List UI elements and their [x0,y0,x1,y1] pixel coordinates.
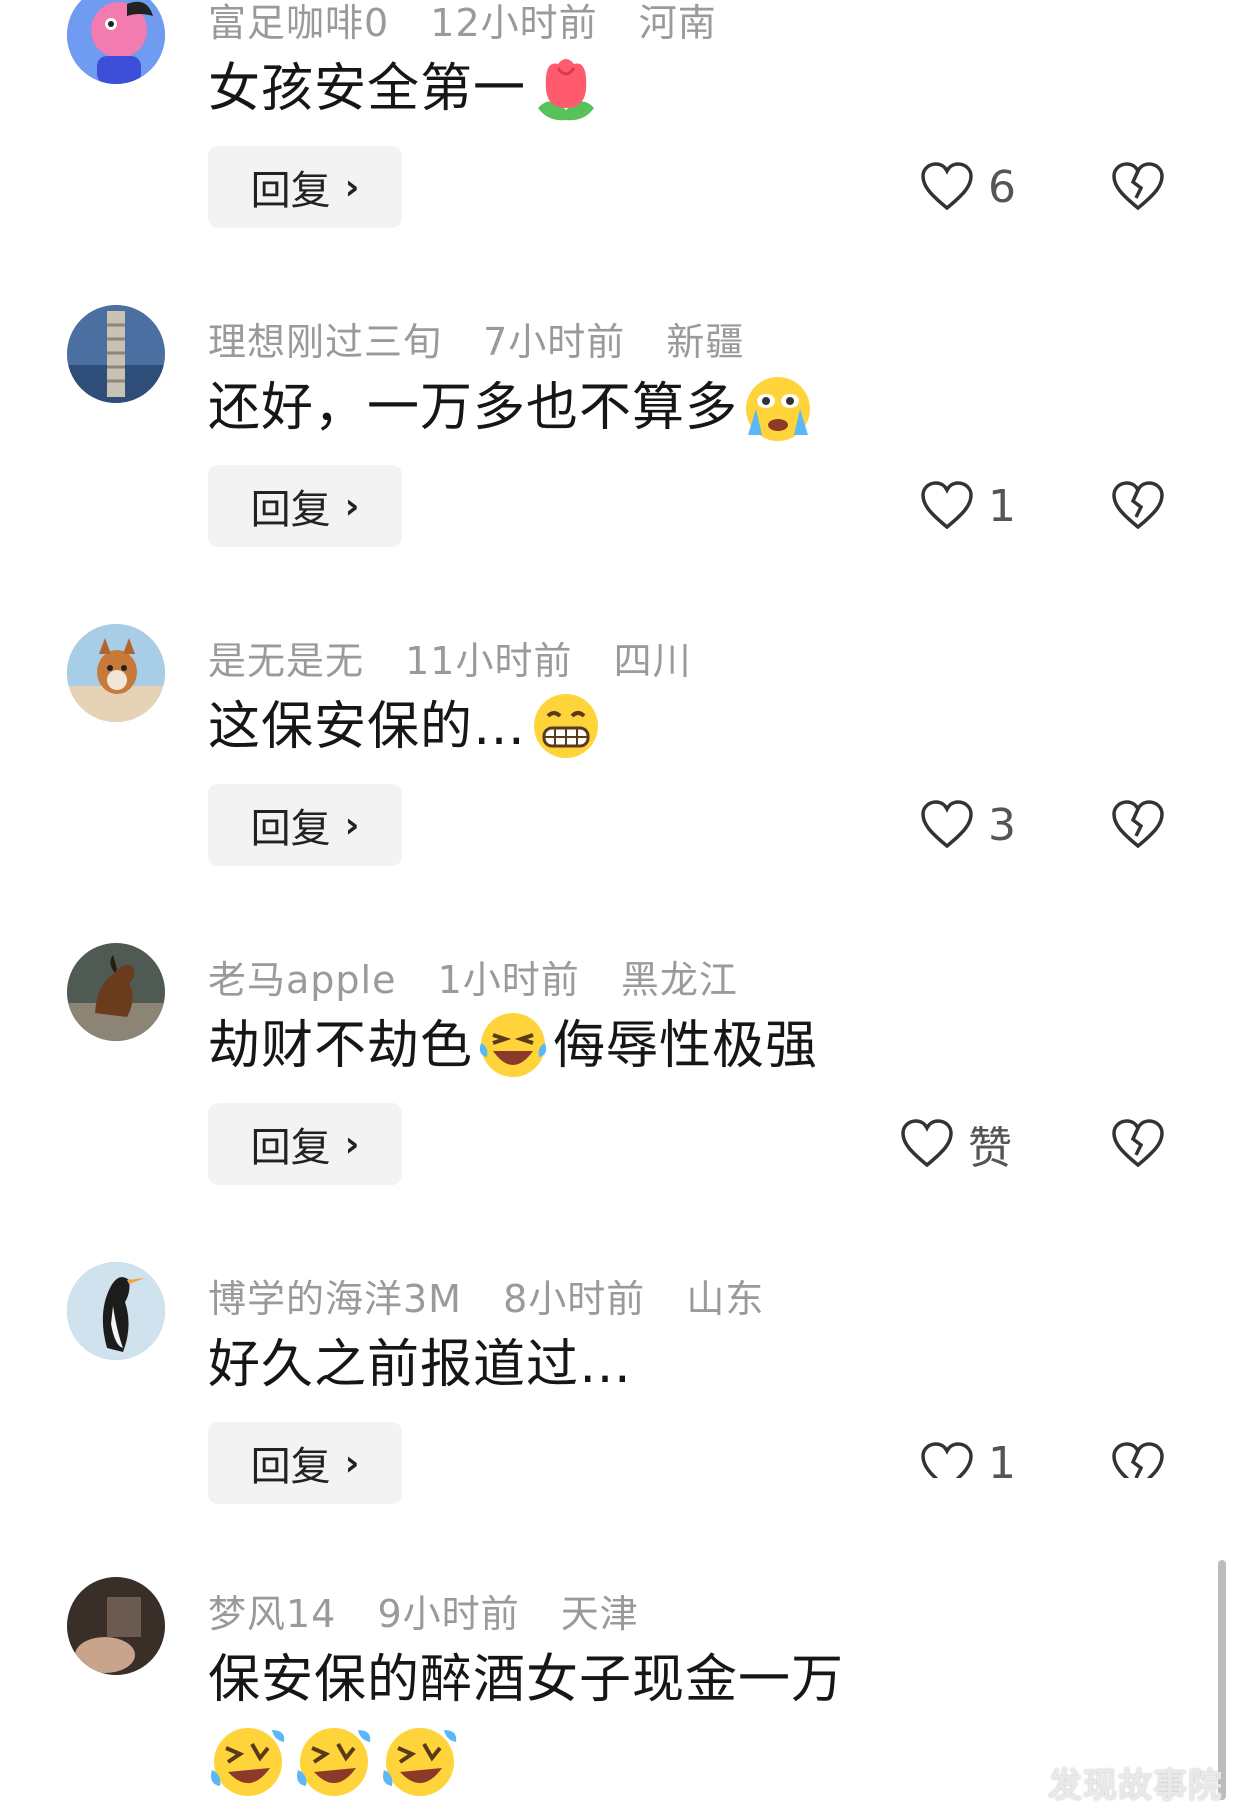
location: 四川 [613,639,692,683]
location: 黑龙江 [620,958,738,1002]
timestamp: 12小时前 [430,1,598,45]
location: 天津 [560,1592,639,1636]
tulip-emoji [538,59,595,121]
like-count: 3 [988,799,1016,851]
location: 山东 [686,1277,765,1321]
chevron-right-icon: › [344,485,360,527]
like-count: 1 [988,480,1016,532]
like-count: 6 [988,161,1016,213]
grinning-teeth-emoji [534,694,599,758]
comment-item: 理想刚过三旬 7小时前 新疆 还好，一万多也不算多 回复 › 1 [0,305,1240,605]
username[interactable]: 理想刚过三旬 [208,320,442,364]
comment-item: 是无是无 11小时前 四川 这保安保的… 回复 › 3 [0,624,1240,924]
broken-heart-icon [1112,800,1164,849]
dislike-button[interactable] [1108,786,1168,864]
username[interactable]: 博学的海洋3M [208,1277,462,1321]
comment-text: 这保安保的… [208,694,604,764]
like-button[interactable]: 1 [920,1442,1016,1478]
username[interactable]: 梦风14 [208,1592,336,1636]
comment-text-continued [208,1722,466,1802]
avatar[interactable] [67,1577,165,1675]
reply-button[interactable]: 回复 › [208,1103,402,1185]
comment-text: 女孩安全第一 [208,58,604,126]
heart-outline-icon [921,800,973,849]
crying-face-emoji [746,377,811,441]
timestamp: 9小时前 [377,1592,520,1636]
heart-outline-icon [921,1442,973,1478]
comment-item: 博学的海洋3M 8小时前 山东 好久之前报道过… 回复 › 1 [0,1262,1240,1562]
laughing-tears-emoji [479,1013,547,1077]
chevron-right-icon: › [344,1123,360,1165]
comment-text: 保安保的醉酒女子现金一万 [208,1650,845,1710]
comment-meta: 是无是无 11小时前 四川 [208,630,720,685]
broken-heart-icon [1112,162,1164,211]
comment-text: 好久之前报道过… [208,1335,633,1395]
avatar[interactable] [67,1262,165,1360]
reply-button[interactable]: 回复 › [208,784,402,866]
username[interactable]: 老马apple [208,958,396,1002]
like-button[interactable]: 赞 [900,1105,1012,1183]
comment-item: 富足咖啡0 12小时前 河南 女孩安全第一 回复 › 6 [0,0,1240,286]
heart-outline-icon [921,481,973,530]
rolling-laugh-emoji [297,1728,371,1796]
comment-item: 老马apple 1小时前 黑龙江 劫财不劫色 侮辱性极强 回复 › 赞 [0,943,1240,1243]
reply-button[interactable]: 回复 › [208,146,402,228]
chevron-right-icon: › [344,166,360,208]
like-button[interactable]: 3 [920,786,1016,864]
username[interactable]: 富足咖啡0 [208,1,389,45]
avatar[interactable] [67,943,165,1041]
timestamp: 11小时前 [405,639,573,683]
reply-button[interactable]: 回复 › [208,1422,402,1504]
location: 河南 [638,1,717,45]
reply-button[interactable]: 回复 › [208,465,402,547]
avatar[interactable] [67,624,165,722]
like-button[interactable]: 1 [920,467,1016,545]
dislike-button[interactable] [1108,1105,1168,1183]
comment-feed: 富足咖啡0 12小时前 河南 女孩安全第一 回复 › 6 理想刚过三旬 7小时前… [0,0,1240,1818]
comment-text: 还好，一万多也不算多 [208,377,816,445]
like-button[interactable]: 6 [920,148,1016,226]
timestamp: 7小时前 [483,320,626,364]
broken-heart-icon [1112,1119,1164,1168]
timestamp: 8小时前 [503,1277,646,1321]
avatar[interactable] [67,0,165,84]
username[interactable]: 是无是无 [208,639,364,683]
heart-outline-icon [921,162,973,211]
comment-meta: 博学的海洋3M 8小时前 山东 [208,1268,792,1323]
rolling-laugh-emoji [211,1728,285,1796]
dislike-button[interactable] [1108,148,1168,226]
comment-meta: 理想刚过三旬 7小时前 新疆 [208,311,772,366]
comment-meta: 梦风14 9小时前 天津 [208,1583,667,1638]
comment-meta: 老马apple 1小时前 黑龙江 [208,949,766,1004]
dislike-button[interactable] [1108,1442,1168,1478]
like-count: 赞 [968,1123,1012,1174]
location: 新疆 [666,320,745,364]
chevron-right-icon: › [344,804,360,846]
rolling-laugh-emoji [383,1728,457,1796]
chevron-right-icon: › [344,1442,360,1484]
avatar[interactable] [67,305,165,403]
comment-text: 劫财不劫色 侮辱性极强 [208,1013,818,1083]
timestamp: 1小时前 [437,958,580,1002]
watermark: 发现故事院 [1048,1766,1223,1806]
like-count: 1 [988,1442,1016,1478]
heart-outline-icon [901,1119,953,1168]
dislike-button[interactable] [1108,467,1168,545]
comment-meta: 富足咖啡0 12小时前 河南 [208,0,745,47]
broken-heart-icon [1112,1442,1164,1478]
broken-heart-icon [1112,481,1164,530]
